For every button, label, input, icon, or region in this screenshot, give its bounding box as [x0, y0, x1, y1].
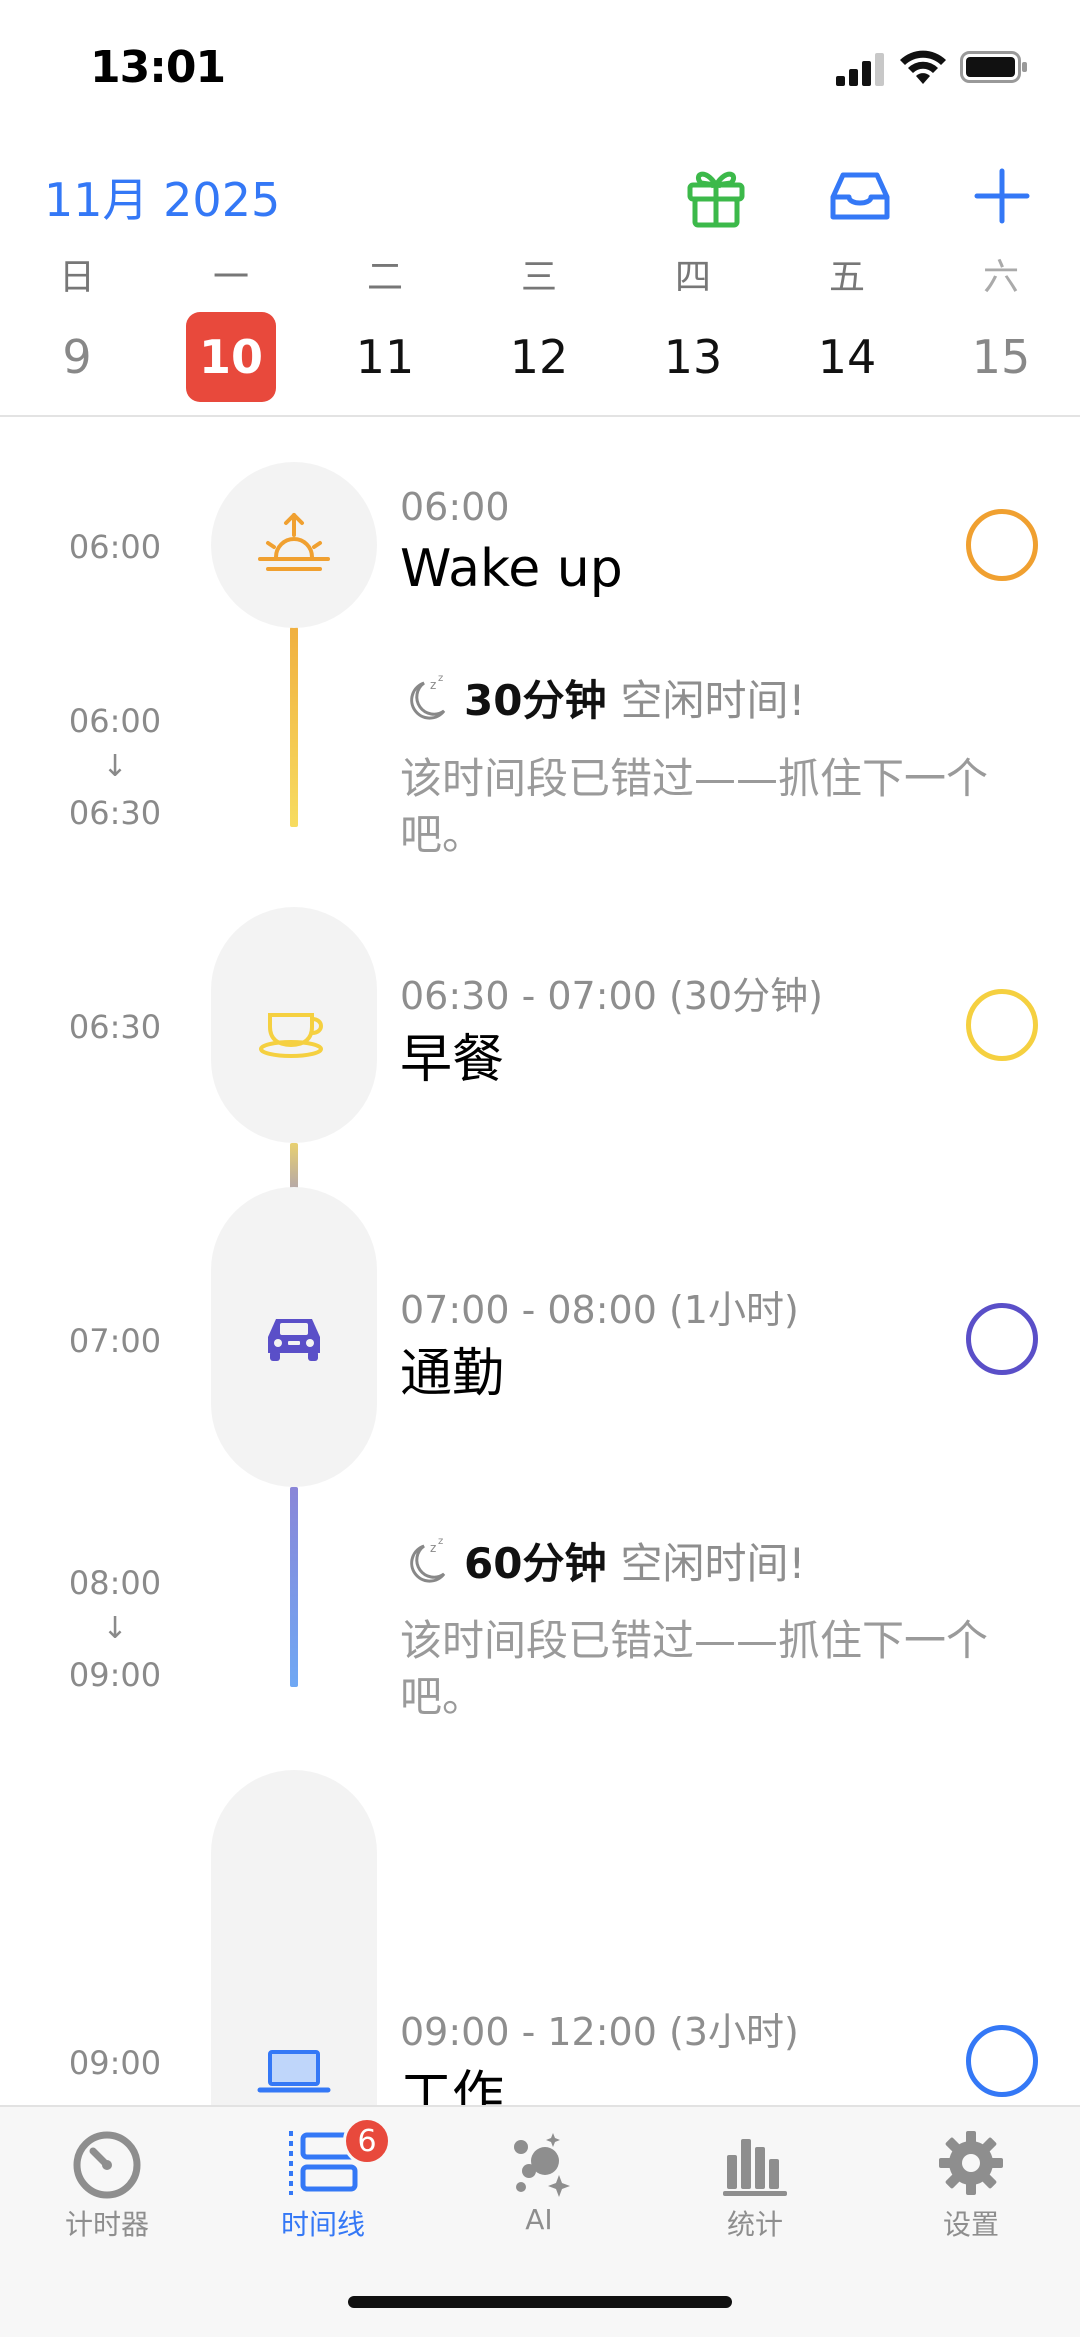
laptop-icon: [257, 2050, 331, 2093]
free-slot-arrow: ↓: [102, 1611, 128, 1646]
free-slot-end: 09:00: [68, 1656, 162, 1694]
svg-text:z: z: [438, 673, 443, 684]
date-cell[interactable]: 12: [494, 312, 584, 402]
weekday-label: 一: [212, 257, 249, 298]
tab-timer[interactable]: 计时器: [17, 2121, 197, 2241]
status-bar: 13:01: [0, 0, 1080, 130]
date-cell-selected[interactable]: 10: [186, 312, 276, 402]
weekday-label: 五: [828, 257, 865, 298]
inbox-button[interactable]: [822, 158, 898, 234]
add-button[interactable]: [964, 158, 1040, 234]
tab-ai[interactable]: AI: [449, 2121, 629, 2241]
free-slot-note: 该时间段已错过——抓住下一个吧。: [400, 1616, 989, 1721]
free-slot-duration: 60分钟: [464, 1539, 607, 1588]
free-slot-note: 该时间段已错过——抓住下一个吧。: [400, 754, 989, 859]
event-icon-pill: [211, 1770, 377, 2105]
event-title[interactable]: 通勤: [400, 1331, 504, 1406]
event-time-label: 06:30: [68, 1008, 162, 1046]
timeline[interactable]: 06:00 06:00 Wake up 06:00 ↓ 06:30 z z 30…: [0, 417, 1080, 2105]
event-complete-checkbox[interactable]: [966, 989, 1038, 1061]
timer-icon: [73, 2131, 141, 2199]
event-time-label: 06:00: [68, 528, 162, 566]
svg-text:z: z: [438, 1536, 443, 1547]
sleep-moon-icon: z z: [410, 1536, 446, 1583]
date-row: 9 10 11 12 13 14 15: [0, 310, 1080, 402]
svg-text:z: z: [430, 678, 436, 692]
event-title[interactable]: 早餐: [400, 1017, 504, 1092]
event-title[interactable]: 工作: [400, 2053, 504, 2105]
plus-icon: [974, 168, 1030, 224]
tab-timeline[interactable]: 6 时间线: [233, 2117, 413, 2241]
event-time-range: 06:30 - 07:00 (30分钟): [400, 974, 823, 1018]
inbox-icon: [830, 172, 890, 220]
date-cell[interactable]: 14: [802, 312, 892, 402]
sleep-moon-icon: z z: [410, 673, 446, 720]
gear-icon: [939, 2131, 1003, 2195]
tab-label: 设置: [942, 2208, 999, 2241]
weekday-label: 二: [366, 257, 403, 298]
status-time: 13:01: [90, 42, 226, 93]
tab-settings[interactable]: 设置: [881, 2121, 1061, 2241]
free-slot-arrow: ↓: [102, 749, 128, 784]
sunrise-icon: [258, 513, 330, 571]
free-slot-header: z z 60分钟 空闲时间!: [400, 1530, 805, 1591]
car-icon: [268, 1319, 320, 1361]
notification-badge: 6: [343, 2117, 391, 2165]
cellular-signal-icon: [836, 53, 884, 86]
tab-label: 计时器: [64, 2208, 149, 2241]
calendar-header: 11月 2025: [0, 140, 1080, 250]
event-complete-checkbox[interactable]: [966, 1303, 1038, 1375]
tab-label: 时间线: [280, 2208, 365, 2241]
free-slot-start: 06:00: [68, 702, 162, 740]
free-slot-label: 空闲时间!: [620, 1539, 806, 1588]
gift-button[interactable]: [678, 158, 754, 234]
date-cell[interactable]: 13: [648, 312, 738, 402]
event-complete-checkbox[interactable]: [966, 2025, 1038, 2097]
weekday-label: 四: [674, 257, 711, 298]
date-cell[interactable]: 9: [32, 312, 122, 402]
free-slot-header: z z 30分钟 空闲时间!: [400, 667, 805, 728]
date-cell[interactable]: 11: [340, 312, 430, 402]
free-slot-label: 空闲时间!: [620, 676, 806, 725]
timeline-connector: [290, 1487, 298, 1687]
event-time-range: 09:00 - 12:00 (3小时): [400, 2010, 799, 2054]
event-time-range: 06:00: [400, 485, 510, 529]
weekday-row: 日 一 二 三 四 五 六: [0, 248, 1080, 298]
event-icon-pill: [211, 1187, 377, 1487]
free-slot-start: 08:00: [68, 1564, 162, 1602]
wifi-icon: [900, 50, 946, 84]
tab-label: AI: [525, 2203, 553, 2236]
month-title[interactable]: 11月 2025: [44, 164, 280, 230]
event-title[interactable]: Wake up: [400, 539, 623, 599]
stats-bars-icon: [723, 2139, 787, 2196]
weekday-label: 日: [58, 257, 95, 298]
weekday-label: 三: [520, 257, 557, 298]
home-indicator: [348, 2296, 732, 2308]
tab-stats[interactable]: 统计: [665, 2121, 845, 2241]
event-time-range: 07:00 - 08:00 (1小时): [400, 1288, 799, 1332]
free-slot-end: 06:30: [68, 794, 162, 832]
timeline-connector: [290, 627, 298, 827]
svg-text:z: z: [430, 1541, 436, 1555]
event-icon-pill: [211, 462, 377, 628]
ai-sparkle-icon: [514, 2133, 570, 2197]
free-slot-duration: 30分钟: [464, 676, 607, 725]
weekday-label: 六: [982, 257, 1019, 298]
event-complete-checkbox[interactable]: [966, 509, 1038, 581]
coffee-cup-icon: [259, 1013, 323, 1058]
gift-icon: [687, 171, 745, 228]
battery-icon: [960, 51, 1027, 83]
event-time-label: 07:00: [68, 1322, 162, 1360]
event-time-label: 09:00: [68, 2044, 162, 2082]
tab-label: 统计: [726, 2208, 783, 2241]
date-cell[interactable]: 15: [956, 312, 1046, 402]
event-icon-pill: [211, 907, 377, 1143]
